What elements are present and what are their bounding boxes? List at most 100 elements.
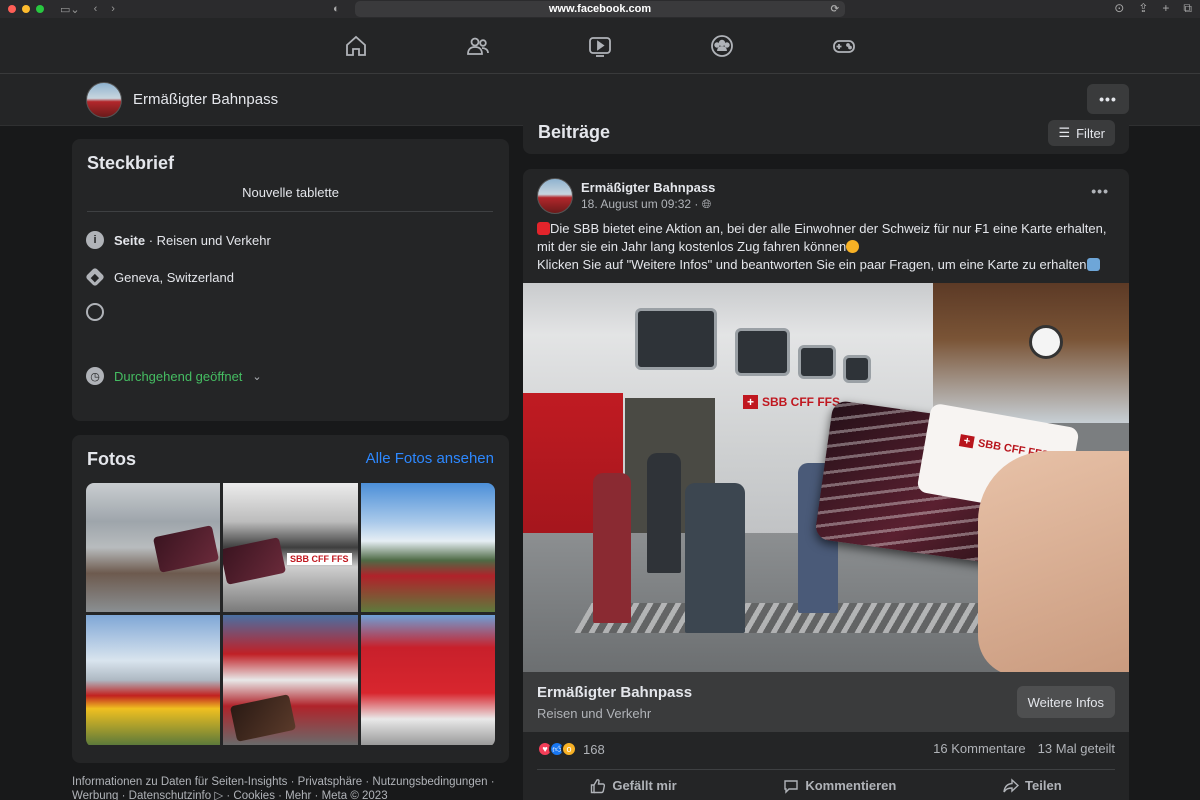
facebook-top-nav [0,18,1200,74]
info-icon: i [86,231,104,249]
website-row [86,303,104,321]
post-image[interactable]: + SBB CFF FFS + SBB CFF FFS [523,283,1129,672]
star-eyes-emoji-icon [846,240,860,253]
link-title: Ermäßigter Bahnpass [537,684,693,701]
comment-button[interactable]: Kommentieren [783,778,896,794]
new-tab-icon[interactable]: + [1162,1,1169,16]
like-button[interactable]: Gefällt mir [590,778,677,794]
link-preview[interactable]: Ermäßigter Bahnpass Reisen und Verkehr W… [523,672,1129,732]
comments-count[interactable]: 16 Kommentare [933,741,1026,756]
photo-thumbnail[interactable]: SBB CFF FFS [223,483,358,612]
chevron-down-icon[interactable]: ⌄ [252,370,261,383]
download-icon[interactable]: ⊙ [1114,1,1124,16]
swiss-flag-emoji-icon [537,222,550,235]
shares-count[interactable]: 13 Mal geteilt [1038,741,1115,756]
back-icon[interactable]: ‹ [94,3,98,16]
photo-thumbnail[interactable] [361,483,495,612]
home-icon[interactable] [335,25,377,67]
sbb-logo-image: SBB CFF FFS [287,553,352,565]
url-text: www.facebook.com [548,3,652,15]
share-arrow-icon [1003,777,1020,793]
photo-thumbnail[interactable] [223,615,358,745]
train-window [798,345,836,379]
post-text-line: Die SBB bietet eine Aktion an, bei der a… [550,221,1107,236]
post-actions: Gefällt mir Kommentieren Teilen [537,769,1115,800]
location-pin-icon: ◆ [85,267,105,287]
clock-icon: ◷ [86,367,104,385]
friends-icon[interactable] [457,25,499,67]
post-text-line: Klicken Sie auf "Weitere Infos" und bean… [537,257,1087,272]
sidebar-toggle-icon[interactable]: ▭⌄ [60,3,80,16]
person-image [647,453,681,573]
pass-card-image [229,694,297,742]
photo-thumbnail[interactable] [86,615,220,745]
pass-card-image [152,525,220,573]
intro-card: Steckbrief Nouvelle tablette i Seite · R… [72,139,509,421]
share-icon[interactable]: ⇪ [1138,1,1148,16]
window-controls [8,5,44,13]
groups-icon[interactable] [701,25,743,67]
divider [87,211,493,212]
reaction-summary: ♥ 👍︎ o 168 16 Kommentare 13 Mal geteilt [537,741,1115,759]
reaction-icons[interactable]: ♥ 👍︎ o 168 [537,741,605,757]
reload-icon[interactable]: ⟳ [831,4,839,15]
tab-overview-icon[interactable]: ⧉ [1183,1,1192,16]
link-subtitle: Reisen und Verkehr [537,706,652,721]
like-label: Gefällt mir [612,778,677,793]
photos-grid: SBB CFF FFS [86,483,495,747]
category-text[interactable]: · Reisen und Verkehr [145,233,271,248]
close-window-button[interactable] [8,5,16,13]
share-button[interactable]: Teilen [1003,777,1062,794]
browser-toolbar: ▭⌄ ‹ › ◐ www.facebook.com ⟳ ⊙ ⇪ + ⧉ [0,0,1200,18]
forward-icon[interactable]: › [111,3,115,16]
share-label: Teilen [1025,778,1062,793]
station-clock-image [1029,325,1063,359]
posts-title: Beiträge [538,122,611,142]
post-options-button[interactable]: ••• [1091,183,1109,199]
posts-header: Beiträge ☰ Filter [523,116,1129,154]
see-all-photos-link[interactable]: Alle Fotos ansehen [366,450,494,467]
sliders-icon: ☰ [1058,125,1071,140]
minimize-window-button[interactable] [22,5,30,13]
privacy-shield-icon[interactable]: ◐ [333,3,340,15]
train-window [635,308,717,370]
category-prefix: Seite [114,232,146,248]
filter-button[interactable]: ☰ Filter [1048,120,1115,146]
watch-icon[interactable] [579,25,621,67]
post-time-text: 18. August um 09:32 · [581,197,702,211]
wow-reaction-icon: o [561,741,577,757]
gaming-icon[interactable] [823,25,865,67]
more-options-button[interactable]: ••• [1087,84,1129,114]
hours-text[interactable]: Durchgehend geöffnet [114,369,242,384]
photo-thumbnail[interactable] [361,615,495,745]
post-author-avatar[interactable] [537,178,573,214]
photo-thumbnail[interactable] [86,483,220,612]
hours-row: ◷ Durchgehend geöffnet ⌄ [86,367,262,385]
location-text[interactable]: Geneva, Switzerland [114,270,234,285]
globe-icon: 🌐︎ [701,197,712,211]
train-window [843,355,871,383]
sbb-sign-text: SBB CFF FFS [762,395,841,409]
pass-card-image [223,537,287,585]
sbb-logo-image: + SBB CFF FFS [743,395,840,409]
photos-card: Fotos Alle Fotos ansehen SBB CFF FFS [72,435,509,763]
point-down-emoji-icon [1086,258,1100,271]
footer-line[interactable]: Werbung · Datenschutzinfo ▷ · Cookies · … [72,789,512,800]
footer-links: Informationen zu Daten für Seiten-Insigh… [72,775,512,800]
address-bar[interactable]: ◐ www.facebook.com ⟳ [333,1,845,17]
footer-line[interactable]: Informationen zu Daten für Seiten-Insigh… [72,775,512,789]
hand-image [978,451,1129,672]
page-avatar[interactable] [86,82,122,118]
post-author[interactable]: Ermäßigter Bahnpass [581,180,715,195]
post-timestamp[interactable]: 18. August um 09:32 · 🌐︎ [581,197,711,212]
maximize-window-button[interactable] [36,5,44,13]
post-card: Ermäßigter Bahnpass 18. August um 09:32 … [523,169,1129,800]
learn-more-button[interactable]: Weitere Infos [1016,686,1115,718]
intro-title: Steckbrief [87,153,175,173]
station-roof-image [901,283,1129,423]
comment-icon [784,779,799,794]
page-title[interactable]: Ermäßigter Bahnpass [133,91,278,108]
person-image [593,473,631,623]
filter-label: Filter [1076,125,1105,141]
category-row: i Seite · Reisen und Verkehr [86,231,271,249]
